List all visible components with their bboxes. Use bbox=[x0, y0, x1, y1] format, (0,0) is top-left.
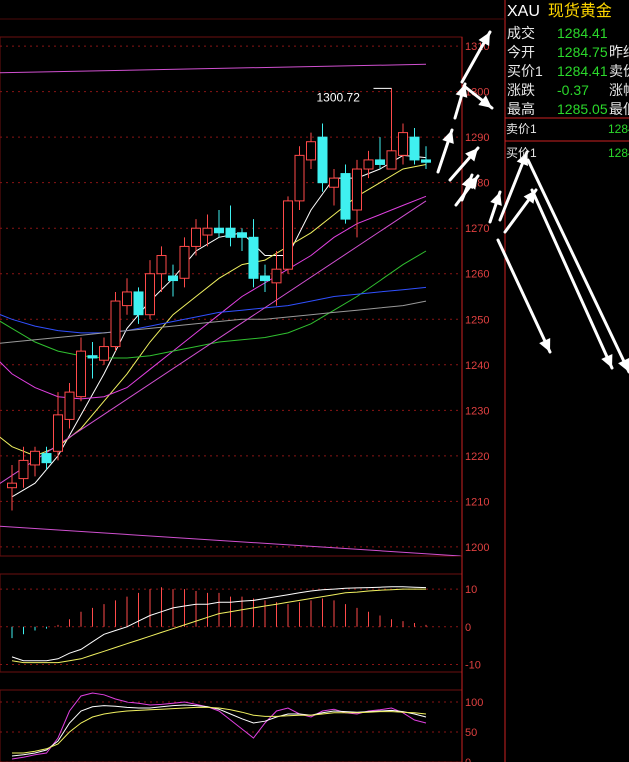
ma-line bbox=[0, 195, 427, 400]
candle-down bbox=[248, 236, 259, 279]
candle-up bbox=[329, 177, 339, 188]
ask-label: 卖价1 bbox=[506, 122, 537, 136]
quote-value: 1285.05 bbox=[557, 101, 608, 117]
y-tick-label: 1290 bbox=[465, 132, 489, 144]
y-tick-label: 1250 bbox=[465, 314, 489, 326]
bid-label: 买价1 bbox=[506, 146, 537, 160]
candle-down bbox=[409, 136, 420, 161]
quote-value: 1284.75 bbox=[557, 44, 608, 60]
candle-down bbox=[41, 453, 52, 464]
candle-up bbox=[7, 482, 17, 489]
quote-label2: 最低 bbox=[609, 101, 629, 117]
arrow-head bbox=[490, 192, 502, 206]
ma-line bbox=[0, 300, 427, 344]
candle-up bbox=[398, 132, 408, 156]
quote-row-change: 涨跌 -0.37 涨幅 bbox=[507, 81, 629, 100]
candle-up bbox=[53, 414, 63, 452]
ma-line bbox=[11, 154, 427, 498]
candle-up bbox=[30, 450, 40, 466]
quote-label: 涨跌 bbox=[507, 82, 535, 98]
y-tick-label: 1270 bbox=[465, 223, 489, 235]
kdj-panel[interactable] bbox=[11, 692, 427, 760]
quote-title: XAU 现货黄金 bbox=[507, 1, 612, 23]
candle-down bbox=[214, 227, 224, 234]
candle-down bbox=[421, 159, 431, 163]
kdj-line bbox=[12, 706, 427, 754]
kdj-tick-label: 100 bbox=[465, 697, 483, 709]
quote-value: 1284.41 bbox=[557, 25, 608, 41]
quote-label2: 昨结 bbox=[609, 44, 629, 60]
ask-row[interactable]: 卖价1 1284 bbox=[506, 121, 629, 137]
y-tick-label: 1260 bbox=[465, 269, 489, 281]
y-tick-label: 1230 bbox=[465, 405, 489, 417]
macd-tick-label: 0 bbox=[465, 622, 471, 634]
candle-down bbox=[260, 275, 270, 282]
candle-up bbox=[191, 227, 201, 247]
quote-row-bid: 买价1 1284.41卖价 bbox=[507, 62, 629, 81]
candle-down bbox=[340, 173, 351, 220]
high-annotation: 1300.72 bbox=[317, 90, 361, 104]
quote-value: 1284.41 bbox=[557, 63, 608, 79]
quote-value: -0.37 bbox=[557, 82, 589, 98]
candle-up bbox=[283, 200, 293, 270]
quote-label2: 卖价 bbox=[609, 63, 629, 79]
candle-up bbox=[122, 291, 132, 307]
quote-name: 现货黄金 bbox=[547, 3, 612, 20]
y-tick-label: 1200 bbox=[465, 542, 489, 554]
candle-up bbox=[18, 459, 29, 480]
panel-frame bbox=[0, 36, 463, 557]
candle-down bbox=[133, 291, 144, 316]
kdj-tick-label: 50 bbox=[465, 727, 477, 739]
candle-up bbox=[386, 150, 397, 170]
candle-down bbox=[375, 159, 385, 165]
quote-symbol: XAU bbox=[507, 3, 540, 20]
quote-row-open: 今开 1284.75昨结 bbox=[507, 43, 629, 62]
candle-up bbox=[145, 273, 155, 316]
y-tick-label: 1220 bbox=[465, 451, 489, 463]
candle-down bbox=[168, 275, 178, 282]
bid-row[interactable]: 买价1 1284 bbox=[506, 145, 629, 161]
quote-label: 最高 bbox=[507, 101, 535, 117]
trend-line bbox=[0, 63, 427, 74]
trend-line bbox=[0, 200, 427, 484]
candle-up bbox=[352, 168, 362, 211]
quote-label2: 涨幅 bbox=[609, 82, 629, 98]
candle-up bbox=[156, 255, 167, 275]
candle-up bbox=[363, 159, 374, 170]
candle-up bbox=[110, 300, 121, 348]
candle-down bbox=[87, 355, 98, 359]
trend-line bbox=[0, 525, 461, 556]
bid-value: 1284 bbox=[608, 146, 629, 160]
quote-label: 今开 bbox=[507, 44, 535, 60]
quote-row-high: 最高 1285.05最低 bbox=[507, 100, 629, 119]
macd-tick-label: 10 bbox=[465, 584, 477, 596]
candle-up bbox=[76, 350, 86, 398]
kdj-tick-label: 0 bbox=[465, 757, 471, 762]
candle-up bbox=[306, 141, 316, 161]
panel-frame bbox=[0, 689, 463, 762]
candlestick-panel[interactable] bbox=[0, 63, 461, 556]
candle-down bbox=[317, 136, 328, 184]
candle-up bbox=[271, 268, 282, 284]
candle-up bbox=[64, 391, 75, 420]
quote-row-last: 成交 1284.41 bbox=[507, 24, 609, 43]
ask-value: 1284 bbox=[608, 122, 629, 136]
macd-tick-label: -10 bbox=[465, 659, 481, 671]
candle-up bbox=[294, 154, 305, 202]
quote-label: 买价1 bbox=[507, 63, 543, 79]
macd-panel[interactable] bbox=[11, 586, 427, 664]
candle-down bbox=[237, 232, 247, 238]
kdj-line bbox=[11, 692, 427, 760]
arrow-head bbox=[442, 130, 454, 144]
candle-up bbox=[179, 245, 190, 279]
candle-up bbox=[99, 346, 109, 361]
candle-down bbox=[225, 227, 236, 238]
quote-label: 成交 bbox=[507, 25, 535, 41]
y-tick-label: 1240 bbox=[465, 360, 489, 372]
annotations: 1300.72 bbox=[317, 87, 392, 104]
candle-up bbox=[202, 227, 213, 236]
y-tick-label: 1210 bbox=[465, 496, 489, 508]
quote-panel: XAU 现货黄金 成交 1284.41 今开 1284.75昨结 买价1 1284.41… bbox=[504, 0, 629, 762]
